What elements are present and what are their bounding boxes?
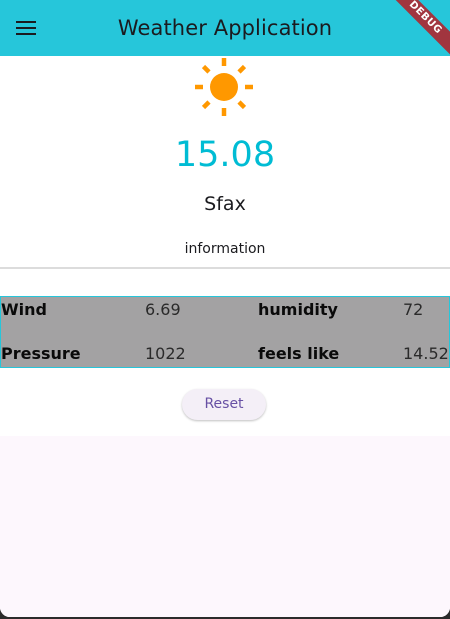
- humidity-label: humidity: [258, 300, 338, 319]
- section-divider: [0, 267, 450, 269]
- wind-value: 6.69: [145, 300, 181, 319]
- humidity-value: 72: [403, 300, 424, 319]
- wind-label: Wind: [1, 300, 47, 319]
- main-content: 15.08 Sfax information Wind 6.69 humidit…: [0, 56, 450, 617]
- empty-background: [0, 436, 450, 617]
- weather-details-grid: Wind 6.69 humidity 72 Pressure 1022 feel…: [0, 296, 450, 368]
- temperature-value: 15.08: [174, 135, 276, 175]
- feels-like-value: 14.52: [403, 344, 449, 363]
- app-window: Weather Application DEBUG 15.08 Sfax inf…: [0, 0, 450, 617]
- feels-like-label: feels like: [258, 344, 340, 363]
- city-name: Sfax: [204, 193, 246, 215]
- pressure-value: 1022: [145, 344, 186, 363]
- information-heading: information: [184, 241, 266, 257]
- sun-icon: [195, 58, 253, 116]
- app-bar: Weather Application DEBUG: [0, 0, 450, 63]
- device-screen: Weather Application DEBUG 15.08 Sfax inf…: [0, 0, 450, 619]
- pressure-label: Pressure: [1, 344, 81, 363]
- reset-button[interactable]: Reset: [182, 389, 266, 420]
- app-title: Weather Application: [117, 16, 333, 40]
